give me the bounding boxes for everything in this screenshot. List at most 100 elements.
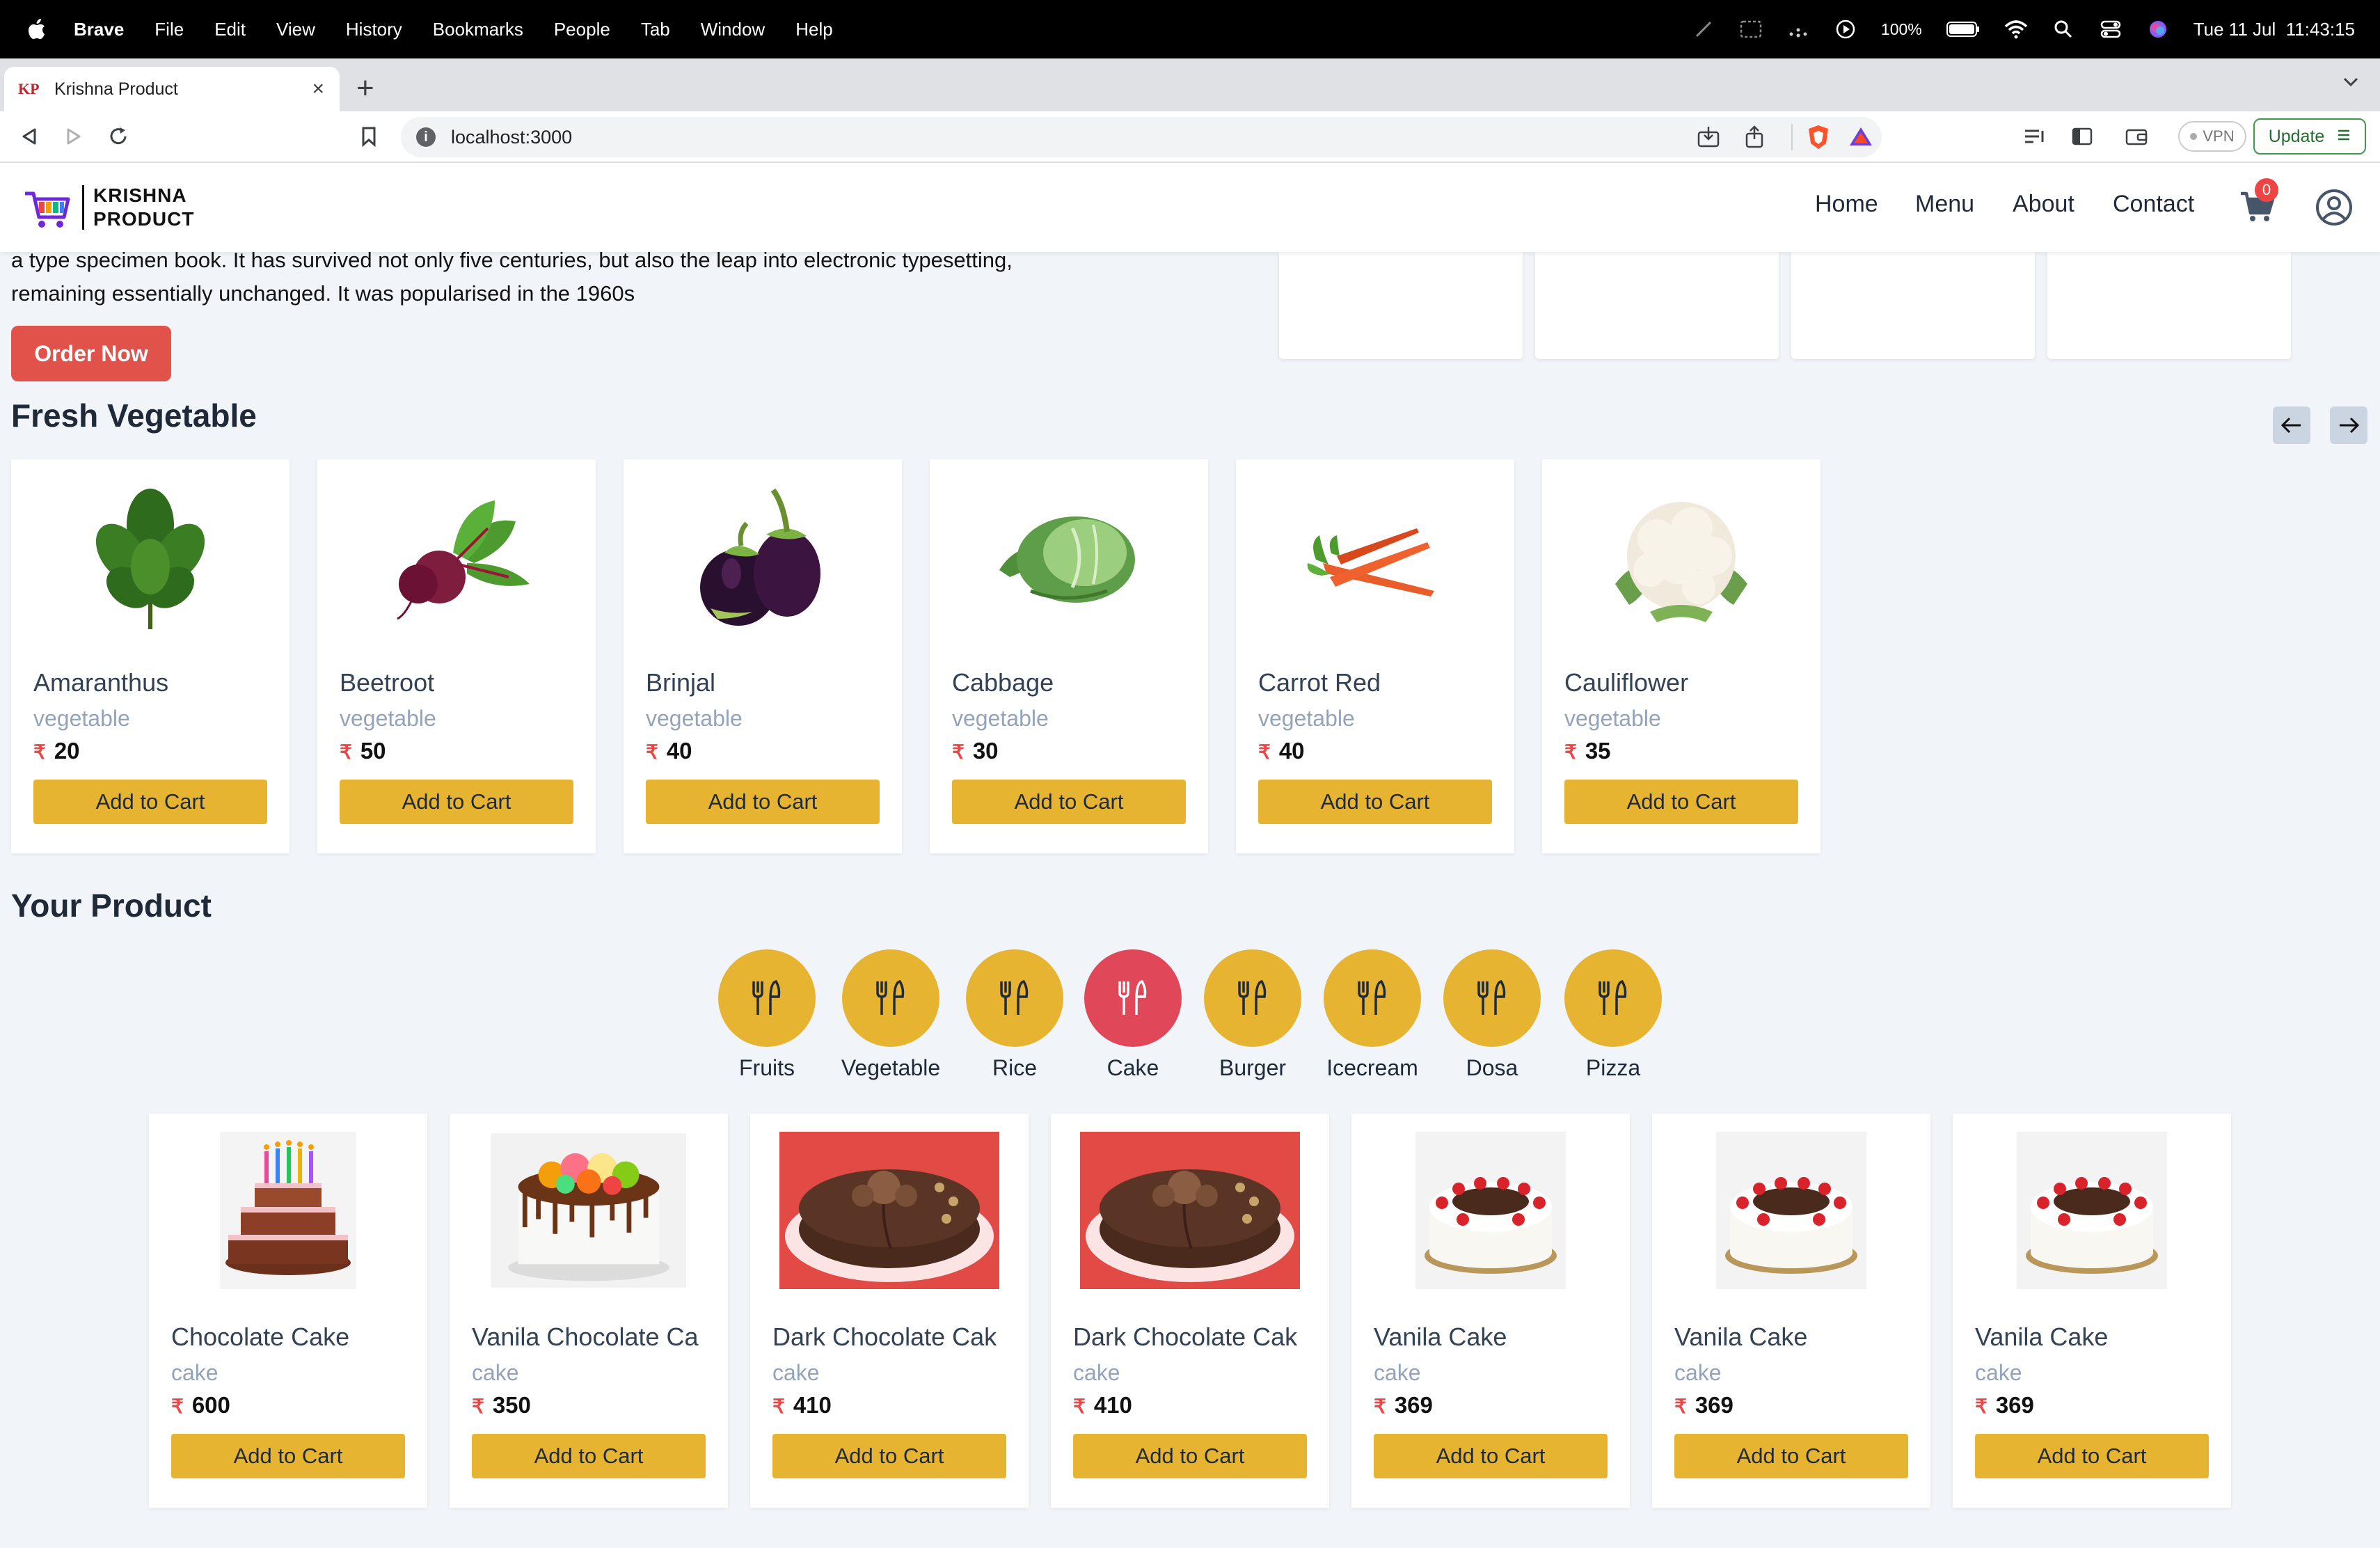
- tab-list-chevron-icon[interactable]: [2342, 77, 2359, 91]
- menu-file[interactable]: File: [154, 19, 184, 40]
- install-icon[interactable]: [1697, 125, 1720, 152]
- spotlight-search-icon[interactable]: [2052, 17, 2075, 41]
- add-to-cart-button[interactable]: Add to Cart: [171, 1434, 405, 1478]
- wallet-icon[interactable]: [2124, 124, 2149, 149]
- brand-name[interactable]: KRISHNA PRODUCT: [93, 184, 194, 231]
- menu-edit[interactable]: Edit: [214, 19, 246, 40]
- add-to-cart-button[interactable]: Add to Cart: [1674, 1434, 1908, 1478]
- brave-shields-icon[interactable]: [1807, 124, 1830, 154]
- tab-close-icon[interactable]: ×: [312, 77, 324, 101]
- vpn-label: VPN: [2203, 127, 2235, 145]
- product-category: vegetable: [1564, 706, 1661, 731]
- new-tab-icon[interactable]: +: [356, 71, 374, 106]
- fresh-vegetable-title: Fresh Vegetable: [11, 397, 257, 434]
- vegetable-card: Carrot Red vegetable ₹40 Add to Cart: [1236, 459, 1514, 853]
- browser-tab[interactable]: KP Krishna Product ×: [4, 67, 340, 111]
- menu-help[interactable]: Help: [795, 19, 832, 40]
- slider-prev-button[interactable]: [2273, 406, 2310, 444]
- menubar-datetime[interactable]: Tue 11 Jul 11:43:15: [2193, 19, 2355, 40]
- category-dosa[interactable]: Dosa: [1432, 949, 1550, 1089]
- control-center-icon[interactable]: [2099, 17, 2123, 41]
- site-info-icon[interactable]: i: [416, 127, 436, 147]
- shopping-cart-logo-icon[interactable]: [24, 184, 72, 232]
- category-fruits[interactable]: Fruits: [707, 949, 825, 1089]
- brave-rewards-icon[interactable]: [1848, 125, 1873, 151]
- rupee-icon: ₹: [1374, 1396, 1386, 1417]
- product-price: ₹410: [1073, 1392, 1132, 1419]
- pen-slash-icon[interactable]: [1692, 17, 1715, 41]
- add-to-cart-button[interactable]: Add to Cart: [472, 1434, 706, 1478]
- category-rice[interactable]: Rice: [955, 949, 1073, 1089]
- arrow-right-icon: [2340, 417, 2360, 434]
- brand-line1: KRISHNA: [93, 184, 187, 206]
- rupee-icon: ₹: [171, 1396, 184, 1417]
- add-to-cart-button[interactable]: Add to Cart: [1975, 1434, 2209, 1478]
- playlist-icon[interactable]: [2022, 124, 2047, 149]
- vpn-toggle[interactable]: VPN: [2178, 121, 2246, 152]
- add-to-cart-button[interactable]: Add to Cart: [33, 780, 267, 824]
- brand-line2: PRODUCT: [93, 208, 195, 230]
- slider-next-button[interactable]: [2330, 406, 2367, 444]
- address-bar[interactable]: i localhost:3000: [401, 117, 1882, 157]
- beetroot-image: [359, 476, 554, 636]
- add-to-cart-button[interactable]: Add to Cart: [1564, 780, 1798, 824]
- nav-contact[interactable]: Contact: [2113, 191, 2194, 218]
- product-card: Dark Chocolate Cak cake ₹410 Add to Cart: [750, 1114, 1029, 1508]
- nav-about[interactable]: About: [2013, 191, 2074, 218]
- rupee-icon: ₹: [1564, 741, 1577, 763]
- menu-people[interactable]: People: [554, 19, 610, 40]
- address-url[interactable]: localhost:3000: [451, 127, 572, 148]
- category-burger[interactable]: Burger: [1193, 949, 1311, 1089]
- siri-icon[interactable]: [2146, 17, 2170, 41]
- add-to-cart-button[interactable]: Add to Cart: [1258, 780, 1492, 824]
- rupee-icon: ₹: [1975, 1396, 1988, 1417]
- vegetable-card: Cauliflower vegetable ₹35 Add to Cart: [1542, 459, 1820, 853]
- wifi-icon[interactable]: [2004, 17, 2028, 41]
- dots-icon[interactable]: [1786, 17, 1810, 41]
- tab-title: Krishna Product: [54, 79, 178, 99]
- menu-app-name[interactable]: Brave: [74, 19, 124, 40]
- bookmark-icon[interactable]: [356, 124, 381, 149]
- forward-icon[interactable]: [61, 124, 86, 149]
- product-name: Brinjal: [646, 668, 716, 697]
- add-to-cart-button[interactable]: Add to Cart: [1374, 1434, 1608, 1478]
- update-button[interactable]: Update: [2253, 118, 2366, 155]
- add-to-cart-button[interactable]: Add to Cart: [340, 780, 573, 824]
- menu-view[interactable]: View: [276, 19, 315, 40]
- category-label: Dosa: [1466, 1055, 1518, 1080]
- sidebar-toggle-icon[interactable]: [2070, 124, 2095, 149]
- play-circle-icon[interactable]: [1834, 17, 1857, 41]
- category-cake[interactable]: Cake: [1073, 949, 1191, 1089]
- menu-bookmarks[interactable]: Bookmarks: [433, 19, 523, 40]
- price-value: 410: [1093, 1392, 1132, 1418]
- nav-menu[interactable]: Menu: [1915, 191, 1974, 218]
- battery-icon[interactable]: [1946, 17, 1981, 41]
- apple-logo-icon[interactable]: [28, 19, 46, 40]
- add-to-cart-button[interactable]: Add to Cart: [646, 780, 880, 824]
- price-value: 410: [793, 1392, 832, 1418]
- menu-history[interactable]: History: [346, 19, 402, 40]
- category-pizza[interactable]: Pizza: [1553, 949, 1672, 1089]
- nav-home[interactable]: Home: [1815, 191, 1878, 218]
- cauliflower-image: [1584, 476, 1779, 636]
- category-vegetable[interactable]: Vegetable: [831, 949, 949, 1089]
- product-price: ₹20: [33, 738, 80, 764]
- vegetable-card: Amaranthus vegetable ₹20 Add to Cart: [11, 459, 289, 853]
- user-account-icon[interactable]: [2315, 188, 2354, 227]
- price-value: 35: [1585, 738, 1611, 764]
- screen-mirror-icon[interactable]: [1739, 17, 1763, 41]
- category-icecream[interactable]: Icecream: [1312, 949, 1431, 1089]
- back-icon[interactable]: [17, 124, 42, 149]
- order-now-button[interactable]: Order Now: [11, 326, 171, 381]
- menu-tab[interactable]: Tab: [641, 19, 670, 40]
- price-value: 40: [1278, 738, 1305, 764]
- share-icon[interactable]: [1744, 125, 1765, 152]
- add-to-cart-button[interactable]: Add to Cart: [1073, 1434, 1307, 1478]
- product-category: cake: [1975, 1360, 2022, 1385]
- add-to-cart-button[interactable]: Add to Cart: [772, 1434, 1006, 1478]
- product-name: Dark Chocolate Cak: [1073, 1322, 1298, 1351]
- reload-icon[interactable]: [106, 124, 131, 149]
- menu-window[interactable]: Window: [701, 19, 765, 40]
- product-name: Vanila Chocolate Ca: [472, 1322, 699, 1351]
- add-to-cart-button[interactable]: Add to Cart: [952, 780, 1186, 824]
